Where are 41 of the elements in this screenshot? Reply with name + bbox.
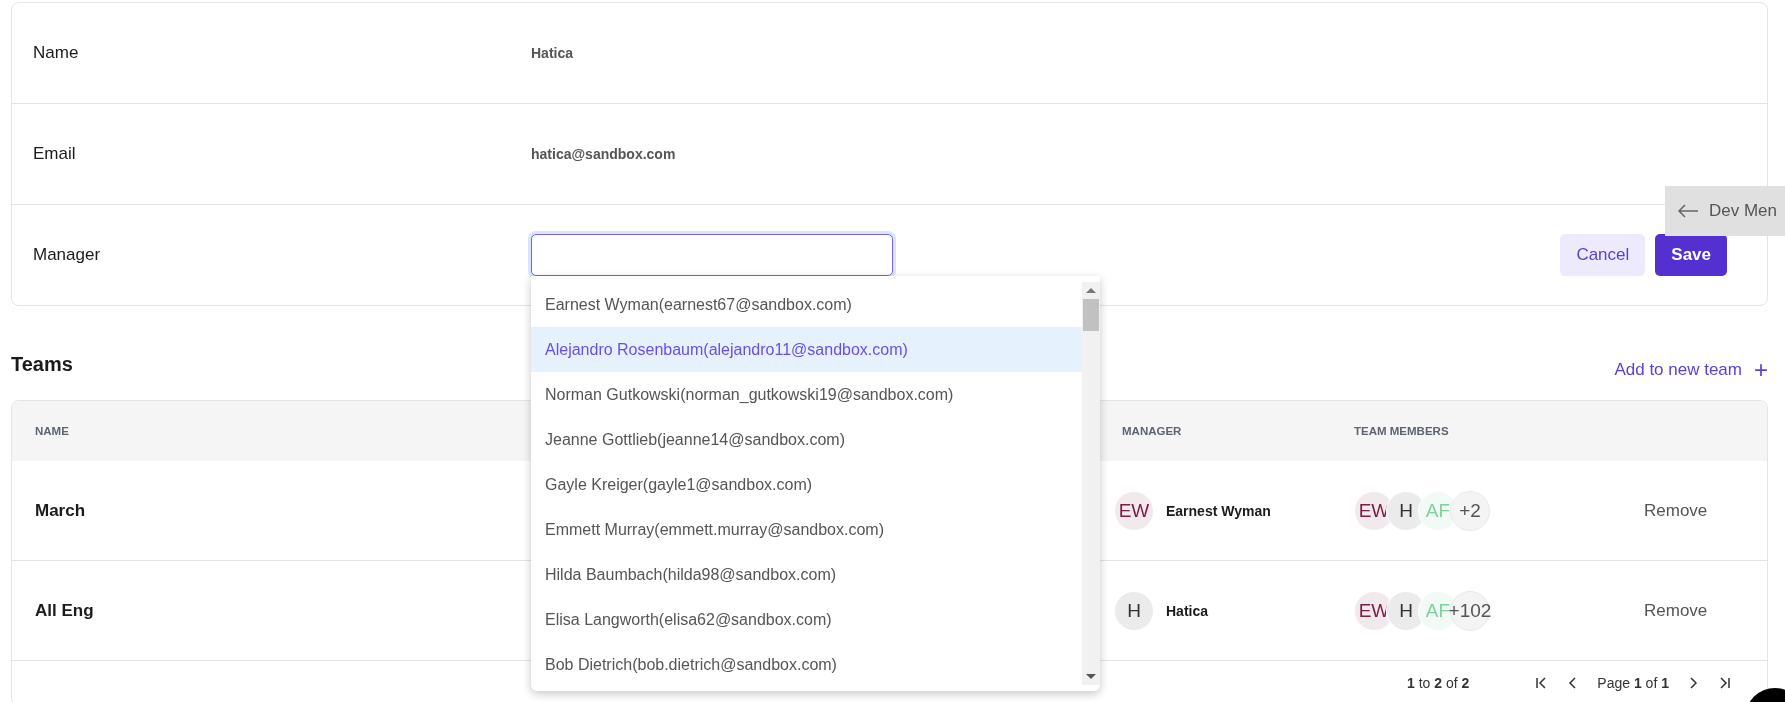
last-page-icon[interactable] (1717, 675, 1733, 691)
dropdown-option[interactable]: Elisa Langworth(elisa62@sandbox.com) (531, 597, 1082, 642)
plus-icon[interactable]: + (1754, 358, 1768, 382)
dropdown-option[interactable]: Gayle Kreiger(gayle1@sandbox.com) (531, 462, 1082, 507)
dev-menu-tab[interactable]: Dev Men (1664, 186, 1785, 236)
column-header: MANAGER (1122, 425, 1183, 437)
field-value: Hatica (531, 45, 574, 61)
cancel-button[interactable]: Cancel (1560, 234, 1646, 276)
remove-link[interactable]: Remove (1644, 500, 1708, 521)
team-name: All Eng (35, 600, 94, 621)
scroll-down-icon[interactable] (1086, 674, 1096, 679)
dropdown-option[interactable]: Earnest Wyman(earnest67@sandbox.com) (531, 282, 1082, 327)
column-header: TEAM MEMBERS (1354, 425, 1450, 437)
add-team-link[interactable]: Add to new team + (1614, 358, 1768, 382)
team-name: March (35, 500, 86, 521)
remove-link[interactable]: Remove (1644, 600, 1708, 621)
avatar: EW (1114, 490, 1154, 531)
scrollbar[interactable] (1082, 282, 1100, 685)
arrow-left-icon (1676, 203, 1699, 219)
avatar: H (1114, 590, 1154, 631)
dropdown-option[interactable]: Emmett Murray(emmett.murray@sandbox.com) (531, 507, 1082, 552)
column-header: NAME (34, 425, 70, 437)
scroll-up-icon[interactable] (1086, 288, 1096, 293)
field-label: Email (33, 144, 77, 164)
scrollbar-thumb[interactable] (1083, 299, 1099, 331)
row-count-text: 1 to 2 of 2 (1407, 675, 1470, 691)
more-members-badge: +102 (1450, 590, 1490, 631)
section-title: Teams (11, 353, 73, 376)
dropdown-option[interactable]: Norman Gutkowski(norman_gutkowski19@sandbox.com) (531, 372, 1082, 417)
manager-name: Hatica (1166, 602, 1209, 619)
field-label: Name (33, 43, 80, 63)
field-label: Manager (33, 245, 102, 265)
save-button[interactable]: Save (1655, 234, 1727, 276)
page-indicator: Page 1 of 1 (1597, 675, 1669, 691)
dropdown-option[interactable]: Jeanne Gottlieb(jeanne14@sandbox.com) (531, 417, 1082, 462)
dropdown-option[interactable]: Hilda Baumbach(hilda98@sandbox.com) (531, 552, 1082, 597)
dropdown-option[interactable]: Bob Dietrich(bob.dietrich@sandbox.com) (531, 642, 1082, 687)
manager-input-field[interactable] (531, 234, 893, 276)
field-value: hatica@sandbox.com (531, 146, 676, 162)
manager-name: Earnest Wyman (1166, 502, 1271, 519)
dropdown-option[interactable]: Alejandro Rosenbaum(alejandro11@sandbox.com) (531, 327, 1082, 372)
